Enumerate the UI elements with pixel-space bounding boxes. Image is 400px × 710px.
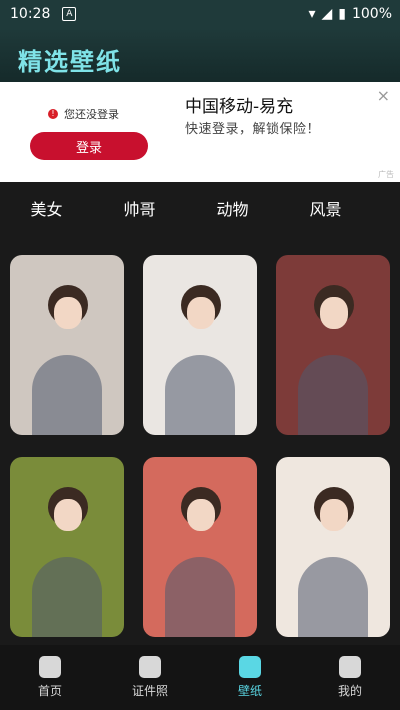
wallpaper-figure bbox=[298, 557, 368, 637]
wallpaper-figure bbox=[165, 355, 235, 435]
page-title: 精选壁纸 bbox=[18, 48, 122, 76]
wallpaper-face bbox=[320, 297, 348, 329]
nav-label: 证件照 bbox=[131, 684, 168, 698]
category-tab[interactable]: 风景 bbox=[279, 196, 372, 226]
wallpaper-figure bbox=[32, 557, 102, 637]
wallpaper-face bbox=[54, 297, 82, 329]
wallpaper-face bbox=[54, 499, 82, 531]
bottom-nav: 首页 证件照 壁纸 我的 bbox=[0, 645, 400, 710]
wifi-icon: ▾ bbox=[308, 6, 316, 22]
wallpaper-card[interactable] bbox=[143, 457, 257, 637]
category-tab[interactable]: 帅哥 bbox=[93, 196, 186, 226]
ad-close-icon[interactable]: × bbox=[377, 86, 390, 105]
wallpaper-face bbox=[320, 499, 348, 531]
nav-label: 我的 bbox=[337, 684, 362, 698]
ad-subtitle: 快速登录，解锁保险！ bbox=[185, 122, 321, 137]
wallpaper-card[interactable] bbox=[143, 255, 257, 435]
id-card-icon bbox=[139, 656, 161, 678]
wallpaper-icon bbox=[239, 656, 261, 678]
app-bar: 精选壁纸 bbox=[0, 28, 400, 82]
wallpaper-figure bbox=[32, 355, 102, 435]
wallpaper-face bbox=[187, 499, 215, 531]
nav-home[interactable]: 首页 bbox=[0, 645, 100, 710]
ad-login-button[interactable]: 登录 bbox=[30, 132, 148, 160]
ad-banner[interactable]: ! 您还没登录 登录 中国移动-易充 快速登录，解锁保险！ × 广告 bbox=[0, 82, 400, 182]
status-bar: 10:28 A ▾ ◢ ▮ 100% bbox=[0, 0, 400, 28]
nav-id-photo[interactable]: 证件照 bbox=[100, 645, 200, 710]
wallpaper-figure bbox=[298, 355, 368, 435]
wallpaper-card[interactable] bbox=[276, 457, 390, 637]
battery-icon: ▮ bbox=[338, 6, 346, 22]
status-time: 10:28 bbox=[10, 6, 51, 22]
nav-profile[interactable]: 我的 bbox=[300, 645, 400, 710]
warning-icon: ! bbox=[48, 109, 58, 119]
battery-level: 100% bbox=[351, 6, 392, 22]
home-icon bbox=[39, 656, 61, 678]
wallpaper-face bbox=[187, 297, 215, 329]
status-icons: ▾ ◢ ▮ 100% bbox=[308, 6, 392, 22]
login-warning: ! 您还没登录 bbox=[48, 106, 119, 122]
notification-a-icon: A bbox=[62, 7, 77, 21]
category-tab[interactable]: 美女 bbox=[0, 196, 93, 226]
nav-wallpaper[interactable]: 壁纸 bbox=[200, 645, 300, 710]
nav-label: 壁纸 bbox=[237, 684, 262, 698]
user-icon bbox=[339, 656, 361, 678]
wallpaper-figure bbox=[165, 557, 235, 637]
nav-label: 首页 bbox=[37, 684, 62, 698]
ad-tag: 广告 bbox=[378, 170, 394, 179]
category-tab[interactable]: 动物 bbox=[186, 196, 279, 226]
wallpaper-card[interactable] bbox=[10, 457, 124, 637]
wallpaper-card[interactable] bbox=[276, 255, 390, 435]
wallpaper-card[interactable] bbox=[10, 255, 124, 435]
signal-icon: ◢ bbox=[321, 6, 333, 22]
category-tabs: 美女 帅哥 动物 风景 bbox=[0, 196, 400, 226]
ad-title: 中国移动-易充 bbox=[185, 97, 294, 117]
login-warning-text: 您还没登录 bbox=[64, 108, 119, 121]
